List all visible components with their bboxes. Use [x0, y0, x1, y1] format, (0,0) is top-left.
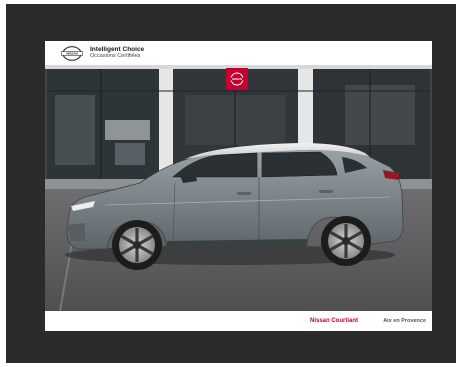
program-branding: Intelligent Choice Occasions Certifiées [90, 46, 144, 60]
dealer-name: Nissan Courtiant [309, 318, 358, 324]
nissan-logo-icon: NISSAN [61, 45, 83, 61]
rear-window [261, 151, 338, 178]
front-wheel [112, 220, 162, 270]
listing-footer: Nissan Courtiant Aix en Provence [45, 311, 432, 331]
listing-card: NISSAN Intelligent Choice Occasions Cert… [45, 41, 432, 331]
storefront-sign-text: NISSAN [232, 77, 242, 81]
listing-header: NISSAN Intelligent Choice Occasions Cert… [45, 41, 432, 65]
logo-text: NISSAN [66, 51, 77, 55]
vehicle-photo: NISSAN [45, 65, 432, 311]
rear-wheel [321, 216, 371, 266]
dealer-location: Aix en Provence [383, 318, 426, 324]
program-subtitle: Occasions Certifiées [90, 53, 141, 59]
nissan-logo: NISSAN [61, 45, 83, 61]
